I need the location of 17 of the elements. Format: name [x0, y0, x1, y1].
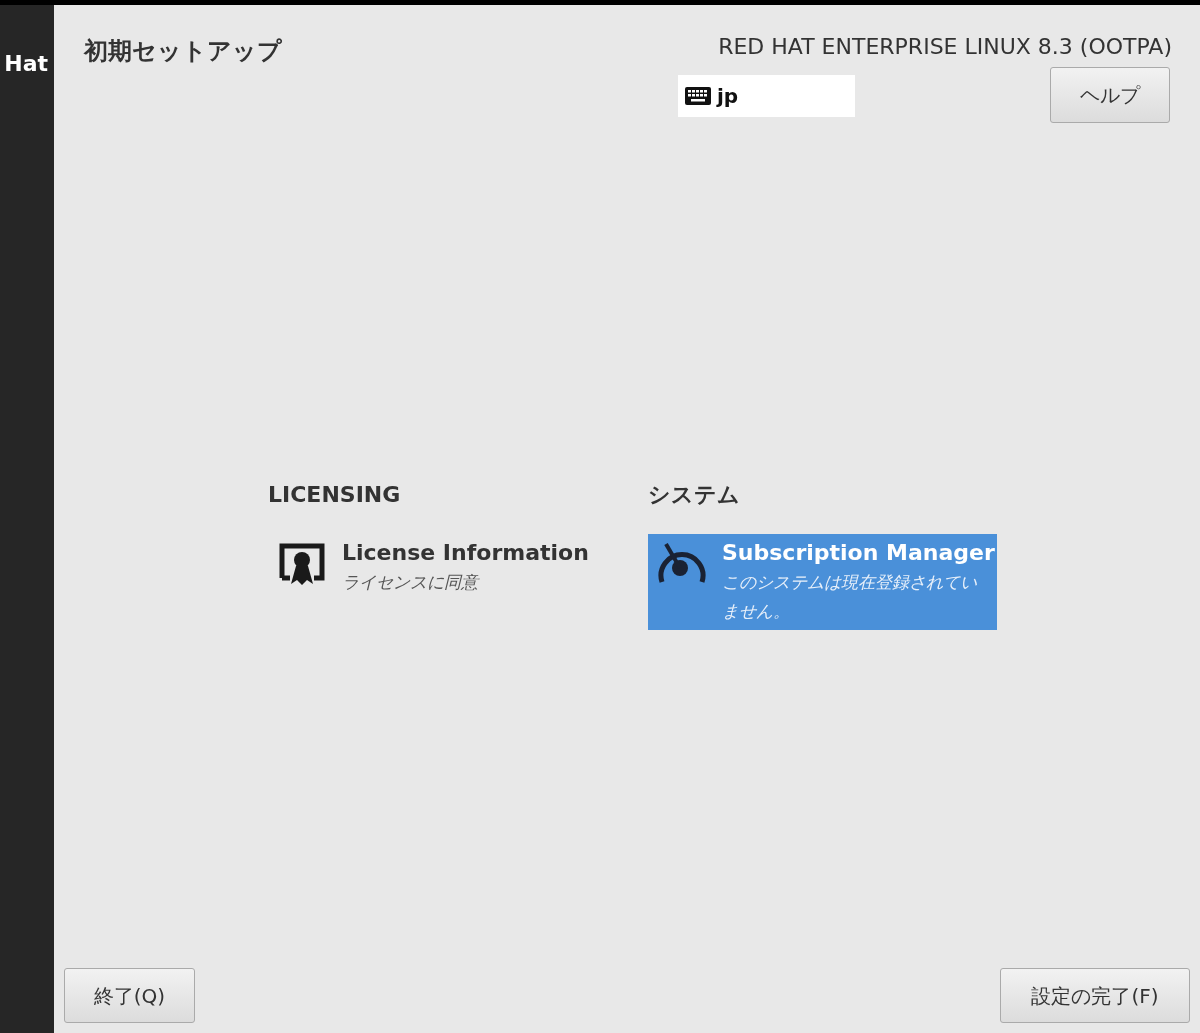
quit-button[interactable]: 終了(Q)	[64, 968, 195, 1023]
category-heading: LICENSING	[268, 481, 402, 508]
category-heading: システム	[648, 481, 741, 508]
spoke-status: このシステムは現在登録されていません。	[722, 571, 978, 623]
keyboard-icon	[685, 87, 711, 105]
spoke-status: ライセンスに同意	[342, 571, 481, 594]
keyboard-layout-field[interactable]: jp	[678, 75, 855, 117]
logo-text: Hat	[4, 53, 48, 75]
page-title: 初期セットアップ	[84, 36, 282, 67]
spoke-item[interactable]: License Information ライセンスに同意	[268, 534, 617, 601]
gauge-icon	[656, 540, 708, 584]
keyboard-layout-value: jp	[717, 83, 739, 110]
help-button[interactable]: ヘルプ	[1050, 67, 1170, 123]
finish-button[interactable]: 設定の完了(F)	[1000, 968, 1190, 1023]
product-name: RED HAT ENTERPRISE LINUX 8.3 (OOTPA)	[718, 33, 1172, 61]
spoke-title: Subscription Manager	[722, 539, 995, 567]
spoke-title: License Information	[342, 539, 590, 567]
